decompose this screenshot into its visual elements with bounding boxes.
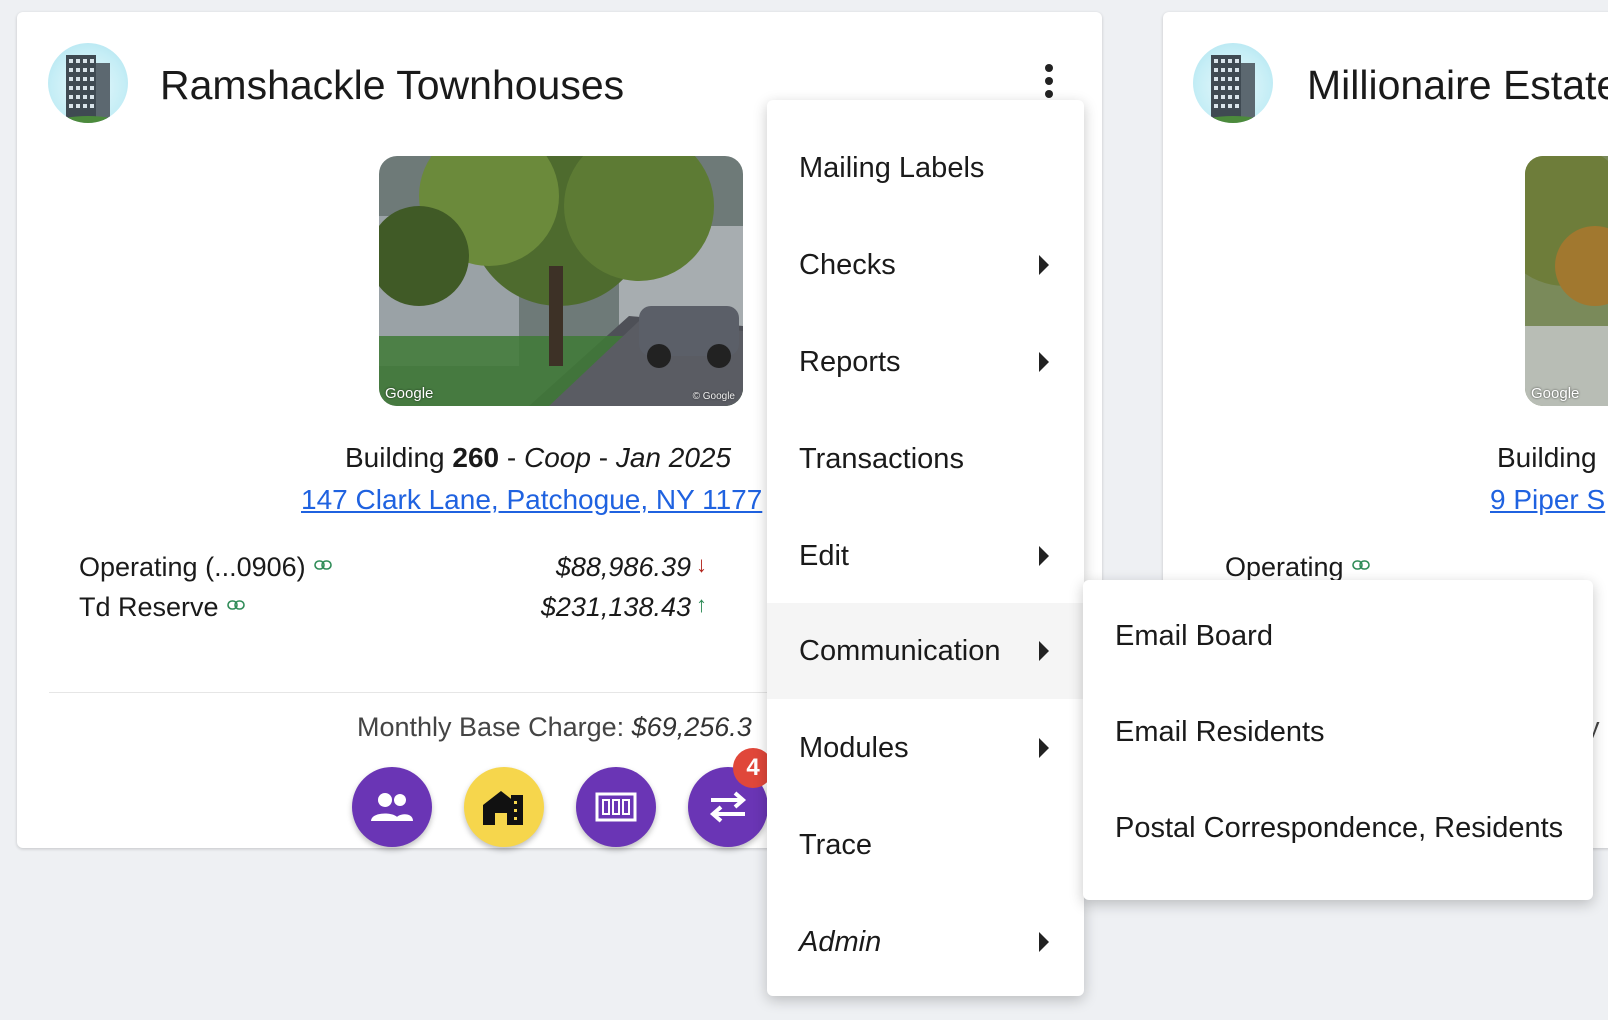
account-operating[interactable]: Operating (...0906) [79, 552, 332, 583]
menu-item-checks[interactable]: Checks [767, 217, 1084, 313]
ledger-button[interactable] [576, 767, 656, 847]
monthly-label: Monthly Base Charge: [357, 712, 632, 742]
monthly-value: $69,256.3 [631, 712, 752, 742]
menu-item-modules[interactable]: Modules [767, 700, 1084, 796]
street-view-photo: Google [1525, 156, 1608, 406]
card-title: Millionaire Estates [1307, 62, 1608, 108]
communication-submenu: Email Board Email Residents Postal Corre… [1083, 580, 1593, 900]
menu-item-label: Transactions [799, 442, 964, 475]
building-number: 260 [452, 442, 500, 473]
context-menu: Mailing Labels Checks Reports Transactio… [767, 100, 1084, 996]
caret-right-icon [1039, 255, 1049, 275]
menu-item-label: Edit [799, 539, 849, 572]
account-name: Operating [1225, 552, 1344, 582]
separator: - [590, 442, 616, 473]
counter-icon [595, 792, 637, 822]
monthly-base-charge: Monthly Base Charge: $69,256.3 [357, 712, 752, 743]
menu-item-admin[interactable]: Admin [767, 894, 1084, 990]
kebab-menu-icon[interactable] [1037, 62, 1061, 102]
menu-item-label: Admin [799, 925, 882, 958]
residents-button[interactable] [352, 767, 432, 847]
building-avatar-icon [48, 43, 128, 123]
caret-right-icon [1039, 641, 1049, 661]
card-title: Ramshackle Townhouses [160, 62, 625, 108]
building-info: Building [1497, 442, 1597, 473]
account-amount: $231,138.43 [540, 592, 691, 622]
menu-item-label: Checks [799, 248, 896, 281]
trend-up-icon: ↑ [696, 592, 707, 617]
account-name: Td Reserve [79, 592, 219, 622]
caret-right-icon [1039, 352, 1049, 372]
street-view-photo: Google © Google [379, 156, 743, 406]
submenu-item-label: Email Residents [1115, 716, 1325, 748]
link-icon[interactable] [1351, 560, 1370, 570]
account-name: Operating (...0906) [79, 552, 306, 582]
link-icon[interactable] [313, 560, 332, 570]
units-button[interactable] [464, 767, 544, 847]
house-icon [483, 791, 523, 825]
submenu-item-label: Email Board [1115, 620, 1273, 652]
menu-item-label: Trace [799, 828, 873, 861]
menu-item-label: Mailing Labels [799, 151, 985, 184]
trend-down-icon: ↓ [696, 552, 707, 577]
menu-item-mailing-labels[interactable]: Mailing Labels [767, 120, 1084, 216]
submenu-item-email-board[interactable]: Email Board [1083, 590, 1593, 686]
address-link[interactable]: 147 Clark Lane, Patchogue, NY 1177 [301, 484, 762, 516]
building-info: Building 260 - Coop - Jan 2025 [345, 442, 731, 474]
submenu-item-email-residents[interactable]: Email Residents [1083, 686, 1593, 782]
menu-item-reports[interactable]: Reports [767, 314, 1084, 410]
caret-right-icon [1039, 546, 1049, 566]
google-watermark: Google [1531, 385, 1580, 402]
menu-item-communication[interactable]: Communication [767, 603, 1084, 699]
account-amount: $88,986.39 [555, 552, 691, 582]
link-icon[interactable] [226, 600, 245, 610]
menu-item-label: Modules [799, 731, 909, 764]
caret-right-icon [1039, 738, 1049, 758]
swap-icon [709, 791, 747, 823]
submenu-item-postal-correspondence[interactable]: Postal Correspondence, Residents [1083, 782, 1593, 878]
account-reserve[interactable]: Td Reserve [79, 592, 245, 623]
google-copyright: © Google [692, 391, 735, 402]
account-operating[interactable]: Operating [1225, 552, 1370, 583]
address-link[interactable]: 9 Piper S [1490, 484, 1605, 516]
caret-right-icon [1039, 932, 1049, 952]
google-watermark: Google [385, 385, 434, 402]
submenu-item-label: Postal Correspondence, Residents [1115, 812, 1564, 844]
menu-item-edit[interactable]: Edit [767, 508, 1084, 604]
building-prefix: Building [345, 442, 453, 473]
people-icon [371, 793, 413, 821]
separator: - [499, 442, 525, 473]
building-type: Coop [524, 442, 591, 473]
menu-item-trace[interactable]: Trace [767, 797, 1084, 893]
building-date: Jan 2025 [615, 442, 732, 473]
menu-item-label: Communication [799, 634, 1001, 667]
menu-item-transactions[interactable]: Transactions [767, 411, 1084, 507]
menu-item-label: Reports [799, 345, 901, 378]
building-avatar-icon [1193, 43, 1273, 123]
